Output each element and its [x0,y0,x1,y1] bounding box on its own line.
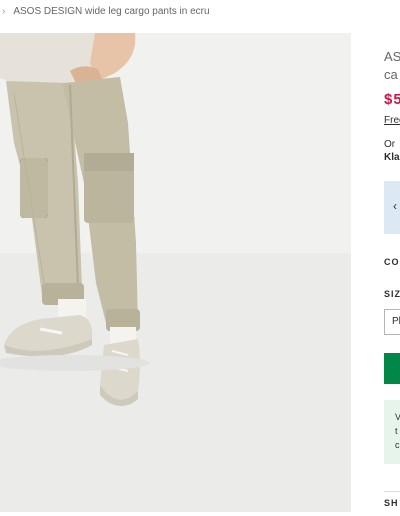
info-line-2: t [395,426,398,436]
free-shipping-link[interactable]: Free [384,115,400,126]
product-photo-illustration [0,33,351,512]
divider [384,491,400,492]
product-title-line-1: AS [384,49,400,64]
size-select[interactable]: Pl [384,309,400,335]
breadcrumb: › ASOS DESIGN wide leg cargo pants in ec… [0,0,400,22]
product-title: AS ca [384,48,400,84]
size-label: SIZ [384,289,400,299]
shipping-section-header[interactable]: SH [384,498,399,508]
colour-label: CO [384,257,400,267]
breadcrumb-separator: › [2,5,6,17]
chevron-left-icon[interactable]: ‹ [393,199,397,213]
product-price: $5 [384,91,400,108]
add-to-bag-button[interactable] [384,353,400,384]
info-line-1: V [395,412,400,422]
product-title-line-2: ca [384,67,398,82]
product-image[interactable] [0,33,351,512]
info-line-3: c [395,440,400,450]
product-details-panel: AS ca $5 Free Or Klar ‹ CO SIZ Pl V t c … [371,33,400,516]
breadcrumb-current-item[interactable]: ASOS DESIGN wide leg cargo pants in ecru [13,6,209,17]
klarna-link[interactable]: Klar [384,152,400,163]
pay-later-text: Or [384,139,396,150]
promo-carousel[interactable]: ‹ [384,181,400,234]
info-box: V t c [384,400,400,464]
